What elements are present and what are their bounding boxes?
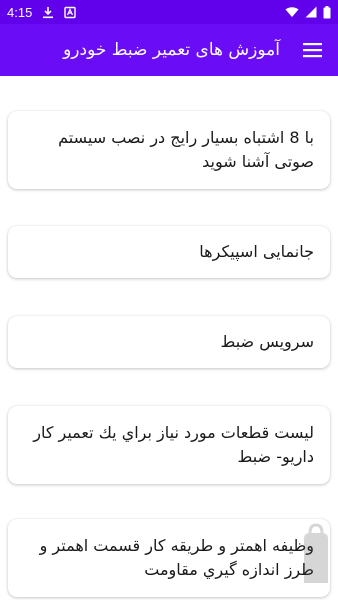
app-title: آموزش های تعمیر ضبط خودرو [63,40,280,60]
status-right-group [285,0,331,24]
list-item-5[interactable]: وظيفه اهمتر و طريقه كار قسمت اهمتر و طرز… [8,519,330,597]
wifi-icon [285,7,299,17]
battery-icon [323,5,331,18]
hamburger-menu-icon[interactable] [303,41,322,59]
store-watermark-icon [304,523,328,583]
list-item-label: وظيفه اهمتر و طريقه كار قسمت اهمتر و طرز… [39,536,314,579]
list-item-label: با 8 اشتباه بسيار رايج در نصب سيستم صوتی… [58,128,314,171]
list-item-3[interactable]: سرويس ضبط [8,316,330,368]
app-bar: آموزش های تعمیر ضبط خودرو [0,24,338,76]
list-item-label: جانمایی اسپیکرها [199,242,314,261]
status-bar: 4:15 [0,0,338,24]
article-list: با 8 اشتباه بسيار رايج در نصب سيستم صوتی… [0,76,338,600]
list-item-2[interactable]: جانمایی اسپیکرها [8,226,330,278]
app-store-icon [64,6,77,18]
status-left-group: 4:15 [7,0,77,24]
download-icon [43,6,54,18]
signal-icon [305,6,317,18]
list-item-label: ليست قطعات مورد نياز براي يك تعمير كار د… [33,423,314,466]
status-time: 4:15 [7,4,33,20]
list-item-4[interactable]: ليست قطعات مورد نياز براي يك تعمير كار د… [8,406,330,484]
list-item-label: سرويس ضبط [220,332,315,351]
list-item-1[interactable]: با 8 اشتباه بسيار رايج در نصب سيستم صوتی… [8,111,330,189]
